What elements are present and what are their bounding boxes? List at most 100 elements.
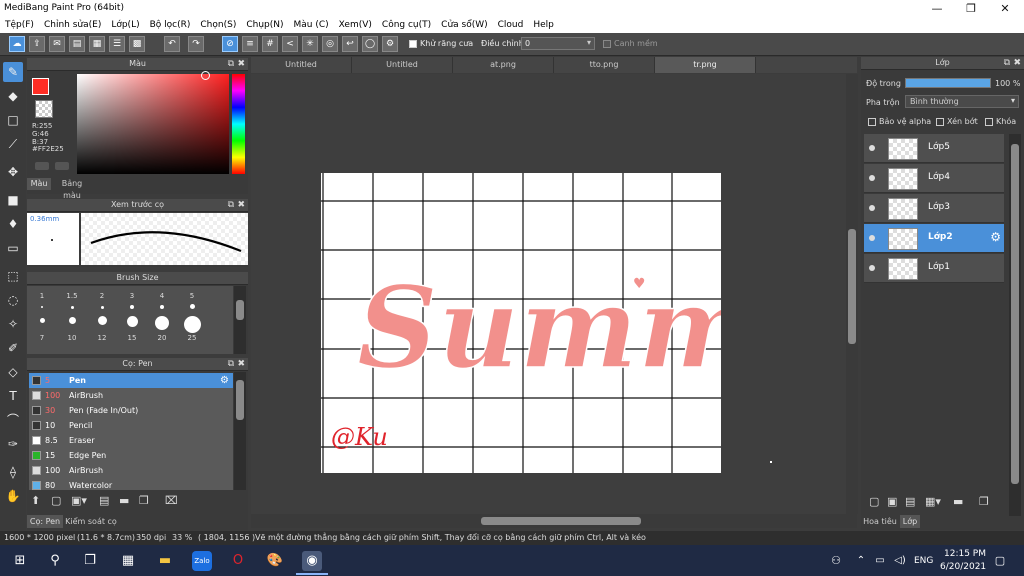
menu-help[interactable]: Help	[528, 17, 559, 33]
menu-select[interactable]: Chọn(S)	[195, 17, 241, 33]
menu-cloud[interactable]: Cloud	[493, 17, 529, 33]
palette-add-button[interactable]	[35, 162, 49, 170]
foreground-color-swatch[interactable]	[32, 78, 49, 95]
language-indicator[interactable]: ENG	[914, 556, 933, 566]
menu-view[interactable]: Xem(V)	[334, 17, 377, 33]
brush-item[interactable]: 15 Edge Pen	[29, 448, 233, 464]
notification-icon[interactable]: ▢	[990, 551, 1010, 571]
circle-snap-icon[interactable]: ◎	[322, 36, 338, 52]
rect-tool-icon[interactable]: □	[3, 110, 23, 130]
popout-icon[interactable]: ⧉	[228, 58, 234, 70]
search-icon[interactable]: ⚲	[45, 551, 65, 571]
brush-size-scrollbar[interactable]	[234, 286, 246, 354]
add-brush-icon[interactable]: ⬆	[31, 494, 40, 507]
vanish-snap-icon[interactable]: <	[282, 36, 298, 52]
canvas-horizontal-scrollbar[interactable]	[251, 514, 857, 528]
brush-item[interactable]: 100 AirBrush	[29, 388, 233, 404]
share-icon[interactable]: ⇪	[29, 36, 45, 52]
size-cell[interactable]: 1	[27, 292, 57, 314]
eye-icon[interactable]	[869, 205, 875, 211]
divide-tool-icon[interactable]: ⌒	[3, 410, 23, 430]
popout-icon[interactable]: ⧉	[228, 199, 234, 211]
scroll-thumb[interactable]	[236, 300, 244, 320]
size-cell[interactable]: 2	[87, 292, 117, 314]
brush-item[interactable]: 100 AirBrush	[29, 463, 233, 479]
brush-menu-icon[interactable]: ▣▾	[71, 494, 87, 507]
menu-edit[interactable]: Chỉnh sửa(E)	[39, 17, 106, 33]
select-eraser-tool-icon[interactable]: ◇	[3, 362, 23, 382]
import-layer-icon[interactable]: ▤	[905, 495, 915, 508]
scroll-thumb[interactable]	[481, 517, 641, 525]
bucket-tool-icon[interactable]: ♦	[3, 214, 23, 234]
dot-tool-icon[interactable]: ⟋	[3, 134, 23, 154]
tab-brush-control[interactable]: Kiểm soát cọ	[64, 515, 118, 528]
select-pen-tool-icon[interactable]: ✐	[3, 338, 23, 358]
tab-untitled-1[interactable]: Untitled	[251, 57, 352, 73]
fill-rect-tool-icon[interactable]: ■	[3, 190, 23, 210]
list-icon[interactable]: ☰	[109, 36, 125, 52]
network-icon[interactable]: ▭	[870, 551, 890, 571]
duplicate-icon[interactable]: ❐	[139, 494, 149, 507]
operation-tool-icon[interactable]: ✑	[3, 434, 23, 454]
cross-snap-icon[interactable]: #	[262, 36, 278, 52]
layer-list-scrollbar[interactable]	[1009, 134, 1021, 516]
brush-item[interactable]: 5 Pen ⚙	[29, 373, 233, 389]
antialias-checkbox[interactable]	[409, 40, 417, 48]
new-brush-icon[interactable]: ▢	[51, 494, 61, 507]
eraser-tool-icon[interactable]: ◆	[3, 86, 23, 106]
clock-date[interactable]: 6/20/2021	[940, 562, 986, 572]
grid-icon[interactable]: ▩	[129, 36, 145, 52]
chevron-up-icon[interactable]: ⌃	[851, 551, 871, 571]
palette-settings-button[interactable]	[55, 162, 69, 170]
saturation-picker[interactable]	[77, 74, 229, 174]
tab-layer[interactable]: Lớp	[900, 515, 920, 528]
brush-item[interactable]: 8.5 Eraser	[29, 433, 233, 449]
opera-icon[interactable]: O	[228, 551, 248, 571]
adjust-input[interactable]: 0 ▾	[521, 37, 595, 50]
background-color-swatch[interactable]	[35, 100, 53, 118]
menu-layer[interactable]: Lớp(L)	[106, 17, 144, 33]
menu-color[interactable]: Màu (C)	[289, 17, 334, 33]
menu-filter[interactable]: Bộ lọc(R)	[145, 17, 196, 33]
brush-list-scrollbar[interactable]	[234, 372, 246, 490]
menu-snap[interactable]: Chụp(N)	[241, 17, 288, 33]
canvas-vertical-scrollbar[interactable]	[846, 74, 858, 514]
document-canvas[interactable]: Summi ♥ @Ku	[321, 173, 800, 473]
tab-palette[interactable]: Bảng màu	[52, 178, 92, 200]
tab-color[interactable]: Màu	[27, 178, 51, 190]
close-icon[interactable]: ✖	[237, 358, 245, 370]
protect-alpha-checkbox[interactable]	[868, 118, 876, 126]
size-cell[interactable]: 4	[147, 292, 177, 314]
snap-settings-icon[interactable]: ⚙	[382, 36, 398, 52]
edge-checkbox[interactable]	[603, 40, 611, 48]
opacity-slider[interactable]	[905, 78, 991, 88]
undo-icon[interactable]: ↶	[164, 36, 180, 52]
cloud-icon[interactable]: ☁	[9, 36, 25, 52]
size-cell[interactable]: 3	[117, 292, 147, 314]
windows-start-icon[interactable]: ⊞	[10, 551, 30, 571]
tab-tr[interactable]: tr.png	[655, 57, 756, 73]
close-icon[interactable]: ✖	[237, 199, 245, 211]
ellipse-snap-icon[interactable]: ◯	[362, 36, 378, 52]
brush-copy-icon[interactable]: ▤	[99, 494, 109, 507]
gear-icon[interactable]: ⚙	[220, 373, 229, 388]
people-icon[interactable]: ⚇	[826, 551, 846, 571]
menu-file[interactable]: Tệp(F)	[0, 17, 39, 33]
menu-tools[interactable]: Công cụ(T)	[377, 17, 436, 33]
eyedropper-tool-icon[interactable]: ⟠	[3, 462, 23, 482]
menu-window[interactable]: Cửa sổ(W)	[436, 17, 492, 33]
brush-item[interactable]: 10 Pencil	[29, 418, 233, 434]
hue-slider[interactable]	[232, 74, 245, 174]
brush-item[interactable]: 30 Pen (Fade In/Out)	[29, 403, 233, 419]
clock-time[interactable]: 12:15 PM	[944, 549, 986, 559]
hand-tool-icon[interactable]: ✋	[3, 486, 23, 506]
message-icon[interactable]: ▤	[69, 36, 85, 52]
scroll-thumb[interactable]	[236, 380, 244, 420]
brush-tool-icon[interactable]: ✎	[3, 62, 23, 82]
medibang-icon[interactable]: ◉	[302, 551, 322, 571]
lasso-tool-icon[interactable]: ◌	[3, 290, 23, 310]
tab-brush-pen[interactable]: Cọ: Pen	[27, 515, 63, 528]
close-button[interactable]: ✕	[988, 0, 1022, 17]
layer-item[interactable]: Lớp5	[864, 134, 1004, 163]
select-tool-icon[interactable]: ⬚	[3, 266, 23, 286]
